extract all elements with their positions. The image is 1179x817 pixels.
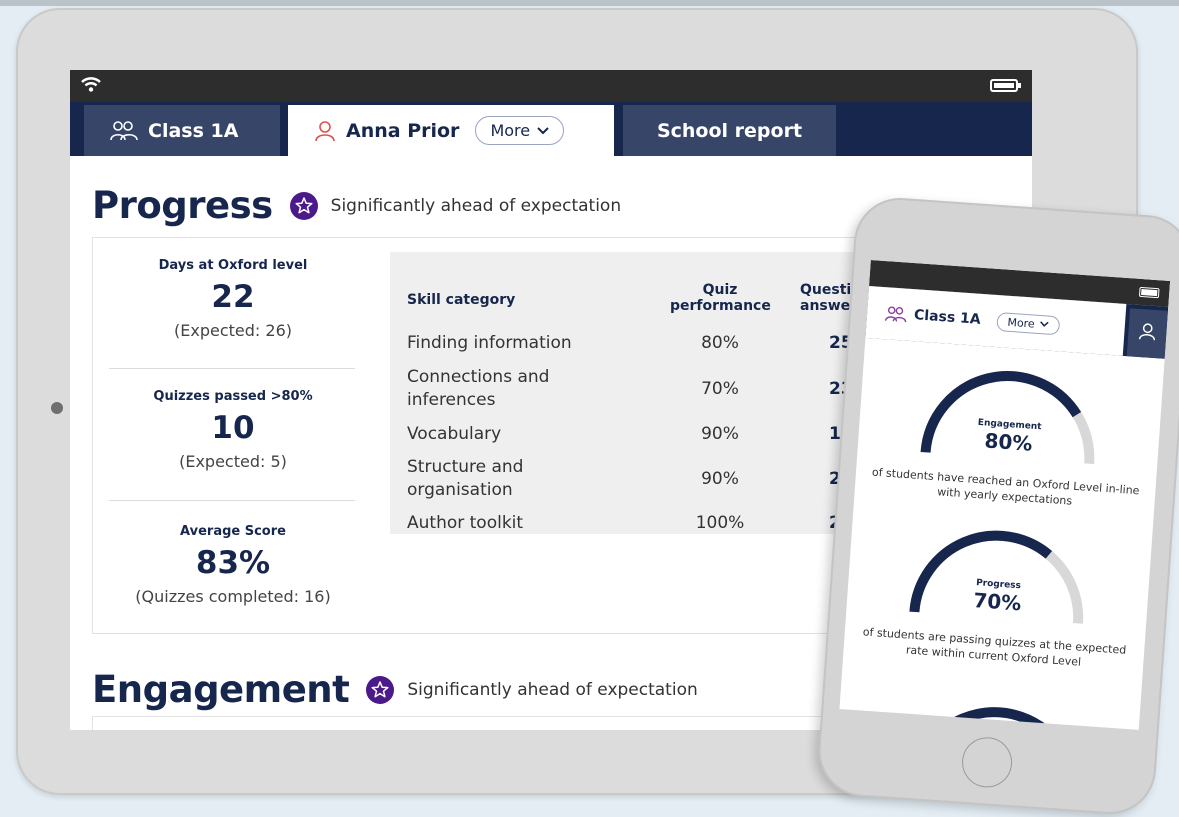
stat-sub: (Expected: 5) xyxy=(179,452,287,471)
chevron-down-icon xyxy=(1039,321,1049,328)
header-skill: Skill category xyxy=(407,292,516,308)
tab-student-label: Anna Prior xyxy=(346,119,460,142)
engagement-title: Engagement xyxy=(92,668,350,711)
engagement-status: Significantly ahead of expectation xyxy=(407,679,698,700)
progress-header: Progress Significantly ahead of expectat… xyxy=(92,184,621,227)
stat-sub: (Quizzes completed: 16) xyxy=(135,587,331,606)
tablet-camera xyxy=(51,402,63,414)
stat-sub: (Expected: 26) xyxy=(174,321,292,340)
stat-label: Quizzes passed >80% xyxy=(153,389,313,404)
quiz-performance: 70% xyxy=(701,379,739,399)
star-badge-icon xyxy=(365,675,395,705)
tab-school-report[interactable]: School report xyxy=(623,105,836,156)
more-button[interactable]: More xyxy=(475,116,565,145)
skill-name: Connections and inferences xyxy=(407,367,550,410)
quiz-performance: 90% xyxy=(701,469,739,489)
phone-screen: Class 1A More Engagement 80% of students… xyxy=(839,260,1171,730)
stat-label: Average Score xyxy=(180,524,286,539)
header-quiz-line1: Quiz xyxy=(702,282,738,298)
skill-name: Structure and organisation xyxy=(407,457,524,500)
skill-name: Vocabulary xyxy=(407,424,502,444)
divider xyxy=(109,368,355,369)
person-icon xyxy=(314,120,336,142)
header-quiz-line2: performance xyxy=(670,298,771,314)
phone-tab-label: Class 1A xyxy=(913,307,982,328)
status-bar xyxy=(70,70,1032,102)
stat-quizzes: Quizzes passed >80% 10 (Expected: 5) xyxy=(109,389,357,471)
divider xyxy=(109,500,355,501)
tab-class-label: Class 1A xyxy=(148,119,239,142)
tab-school-label: School report xyxy=(656,119,803,142)
wifi-icon xyxy=(80,76,102,98)
progress-title: Progress xyxy=(92,184,273,227)
star-badge-icon xyxy=(289,191,319,221)
group-icon xyxy=(884,305,908,323)
person-icon xyxy=(1138,322,1157,345)
quiz-performance: 90% xyxy=(701,424,739,444)
tab-bar: Class 1A Anna Prior More School report xyxy=(70,102,1032,156)
phone-more-button[interactable]: More xyxy=(995,311,1061,335)
top-border xyxy=(0,0,1179,6)
tab-student[interactable]: Anna Prior More xyxy=(288,105,614,156)
tab-class-1a[interactable]: Class 1A xyxy=(84,105,280,156)
stat-label: Days at Oxford level xyxy=(158,258,308,273)
phone-tab-student[interactable] xyxy=(1126,308,1169,359)
progress-status: Significantly ahead of expectation xyxy=(330,195,622,216)
stat-value: 10 xyxy=(211,410,255,446)
stat-value: 83% xyxy=(195,545,271,581)
engagement-header: Engagement Significantly ahead of expect… xyxy=(92,668,698,711)
more-label: More xyxy=(1007,315,1036,331)
stat-days: Days at Oxford level 22 (Expected: 26) xyxy=(109,258,357,340)
quiz-performance: 80% xyxy=(701,333,739,353)
chevron-down-icon xyxy=(537,126,549,135)
battery-icon xyxy=(1138,286,1160,299)
group-icon xyxy=(110,120,138,142)
skill-name: Author toolkit xyxy=(407,513,524,533)
stat-average: Average Score 83% (Quizzes completed: 16… xyxy=(109,524,357,606)
battery-icon xyxy=(990,79,1021,92)
more-label: More xyxy=(490,121,531,140)
quiz-performance: 100% xyxy=(695,513,745,533)
skill-name: Finding information xyxy=(407,333,572,353)
stat-value: 22 xyxy=(211,279,255,315)
header-quiz: Quiz performance xyxy=(670,282,771,314)
phone-device: Class 1A More Engagement 80% of students… xyxy=(815,194,1179,817)
